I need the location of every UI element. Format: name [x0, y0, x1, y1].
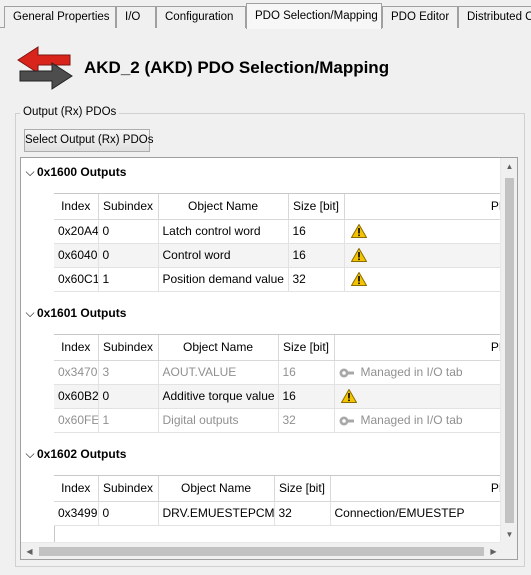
cell-index: 0x3499 [54, 501, 99, 526]
horizontal-scroll-thumb[interactable] [39, 547, 484, 556]
table-row[interactable]: 0x3499 0 DRV.EMUESTEPCMD 32 Connection/E… [54, 501, 517, 526]
cell-index: 0x20A4 [54, 219, 99, 244]
cell-subindex: 0 [98, 243, 159, 268]
cell-size: 32 [288, 267, 345, 292]
group-label: Output (Rx) PDOs [20, 106, 120, 118]
pdo-table-0x1600: Index Subindex Object Name Size [bit] PL… [54, 194, 517, 292]
column-header-object-name[interactable]: Object Name [158, 335, 279, 361]
tab-general-properties[interactable]: General Properties [4, 6, 116, 28]
cell-subindex: 1 [98, 408, 159, 433]
cell-object-name: DRV.EMUESTEPCMD [158, 501, 275, 526]
table-row[interactable]: 0x3470 3 AOUT.VALUE 16 Managed in I/O ta… [54, 360, 517, 385]
tab-configuration[interactable]: Configuration [156, 6, 246, 28]
cell-size: 16 [288, 219, 345, 244]
table-row[interactable]: 0x20A4 0 Latch control word 16 [54, 219, 517, 244]
tab-pdo-editor[interactable]: PDO Editor [382, 6, 458, 28]
chevron-down-icon[interactable]: ⌵ [23, 444, 37, 464]
cell-plc [344, 243, 517, 268]
table-row[interactable]: 0x6040 0 Control word 16 [54, 243, 517, 268]
cell-subindex: 1 [98, 267, 159, 292]
column-header-plc[interactable]: PLC V [334, 335, 517, 361]
tab-strip: General Properties I/O Configuration PDO… [0, 0, 531, 29]
page-title: AKD_2 (AKD) PDO Selection/Mapping [84, 58, 390, 77]
cell-plc [334, 384, 517, 409]
cell-object-name: Digital outputs [158, 408, 279, 433]
table-row[interactable]: 0x60FE 1 Digital outputs 32 Managed in I… [54, 408, 517, 433]
cell-size: 16 [278, 360, 335, 385]
column-header-index[interactable]: Index [54, 335, 99, 361]
warning-icon [350, 248, 367, 263]
managed-icon [339, 368, 354, 378]
cell-index: 0x3470 [54, 360, 99, 385]
section-header-0x1600[interactable]: ⌵ 0x1600 Outputs [21, 162, 501, 182]
cell-size: 32 [278, 408, 335, 433]
tab-distributed-clocks[interactable]: Distributed C [458, 6, 531, 28]
cell-object-name: AOUT.VALUE [158, 360, 279, 385]
tab-pdo-selection-mapping[interactable]: PDO Selection/Mapping [246, 3, 382, 29]
section-header-0x1602[interactable]: ⌵ 0x1602 Outputs [21, 444, 501, 464]
select-output-pdos-button[interactable]: Select Output (Rx) PDOs [24, 129, 153, 152]
cell-object-name: Additive torque value [158, 384, 279, 409]
cell-subindex: 3 [98, 360, 159, 385]
tab-io[interactable]: I/O [116, 6, 156, 28]
column-header-plc[interactable]: PLC V [344, 194, 517, 220]
cell-object-name: Position demand value [158, 267, 289, 292]
cell-plc: Managed in I/O tab [334, 408, 517, 433]
pdo-table-0x1601: Index Subindex Object Name Size [bit] PL… [54, 335, 517, 433]
chevron-down-icon[interactable]: ⌵ [23, 303, 37, 323]
scroll-up-icon[interactable]: ▲ [501, 158, 517, 175]
cell-subindex: 0 [98, 219, 159, 244]
scroll-down-icon[interactable]: ▼ [501, 526, 517, 543]
pdo-tree[interactable]: ⌵ 0x1600 Outputs Index Subindex Object Na… [20, 157, 518, 560]
cell-index: 0x60FE [54, 408, 99, 433]
cell-plc: Managed in I/O tab [334, 360, 517, 385]
warning-icon [340, 389, 357, 404]
column-header-index[interactable]: Index [54, 194, 99, 220]
column-header-size[interactable]: Size [bit] [274, 476, 331, 502]
cell-subindex: 0 [98, 384, 159, 409]
cell-index: 0x60C1 [54, 267, 99, 292]
warning-icon [350, 224, 367, 239]
column-header-object-name[interactable]: Object Name [158, 194, 289, 220]
horizontal-scrollbar[interactable]: ◀ ▶ [21, 542, 502, 559]
cell-index: 0x60B2 [54, 384, 99, 409]
cell-size: 16 [288, 243, 345, 268]
column-header-size[interactable]: Size [bit] [278, 335, 335, 361]
cell-plc [344, 267, 517, 292]
pdo-mapping-arrows-icon [17, 46, 73, 90]
column-header-subindex[interactable]: Subindex [98, 476, 159, 502]
cell-object-name: Latch control word [158, 219, 289, 244]
table-row[interactable]: 0x60C1 1 Position demand value 32 [54, 267, 517, 292]
cell-plc [344, 219, 517, 244]
column-header-subindex[interactable]: Subindex [98, 194, 159, 220]
section-header-0x1601[interactable]: ⌵ 0x1601 Outputs [21, 303, 501, 323]
warning-icon [350, 272, 367, 287]
cell-subindex: 0 [98, 501, 159, 526]
column-header-plc[interactable]: PLC V [330, 476, 517, 502]
cell-index: 0x6040 [54, 243, 99, 268]
chevron-down-icon[interactable]: ⌵ [23, 162, 37, 182]
cell-object-name: Control word [158, 243, 289, 268]
cell-size: 32 [274, 501, 331, 526]
vertical-scroll-thumb[interactable] [505, 178, 514, 523]
column-header-object-name[interactable]: Object Name [158, 476, 275, 502]
column-header-size[interactable]: Size [bit] [288, 194, 345, 220]
pdo-table-0x1602: Index Subindex Object Name Size [bit] PL… [54, 476, 517, 526]
cell-size: 16 [278, 384, 335, 409]
scrollbar-corner [500, 542, 517, 559]
cell-plc: Connection/EMUESTEP [330, 501, 517, 526]
table-row[interactable]: 0x60B2 0 Additive torque value 16 [54, 384, 517, 409]
scroll-left-icon[interactable]: ◀ [21, 543, 38, 559]
column-header-subindex[interactable]: Subindex [98, 335, 159, 361]
managed-icon [339, 416, 354, 426]
column-header-index[interactable]: Index [54, 476, 99, 502]
vertical-scrollbar[interactable]: ▲ ▼ [500, 158, 517, 543]
